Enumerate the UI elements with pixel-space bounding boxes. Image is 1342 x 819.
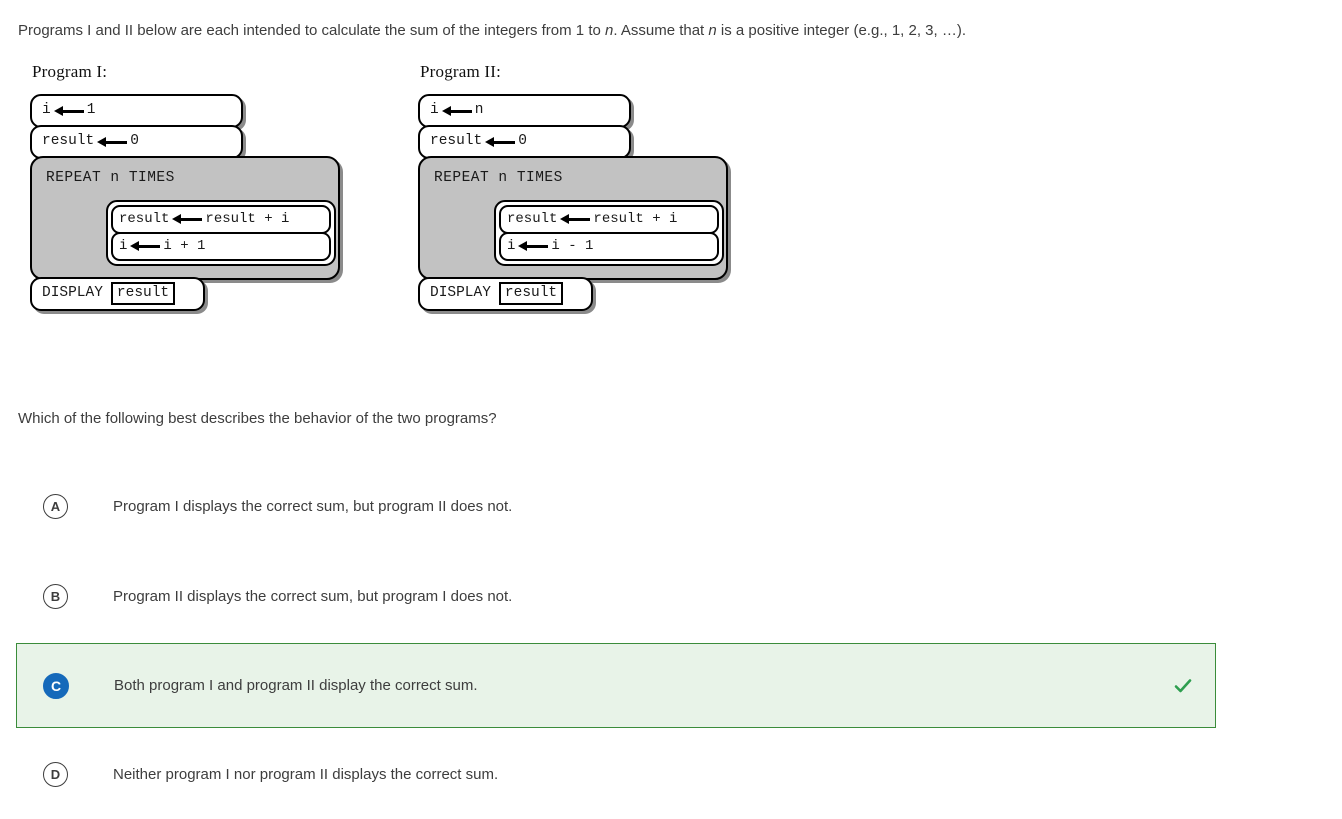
program-2-repeat-block: REPEAT n TIMES result result + i i i - 1 [418,156,728,280]
assign-rhs: 1 [86,101,96,118]
program-1-loop-body: result result + i i i + 1 [106,200,336,266]
program-2-display-block: DISPLAY result [418,277,593,311]
answer-choice-a[interactable]: A Program I displays the correct sum, bu… [16,478,1216,535]
left-arrow-icon [518,241,549,251]
program-2-init-statement-1: i n [418,94,631,128]
assign-lhs: i [507,237,516,254]
display-value: result [498,281,564,306]
assign-rhs: i - 1 [551,237,594,254]
answer-choice-c[interactable]: C Both program I and program II display … [16,643,1216,728]
answer-choice-d[interactable]: D Neither program I nor program II displ… [16,746,1216,803]
choice-letter-badge: A [43,494,68,519]
program-1-body-statement-2: i i + 1 [111,232,331,261]
answer-choices: A Program I displays the correct sum, bu… [16,478,1216,803]
program-1-init-statement-1: i 1 [30,94,243,128]
program-1-repeat-label: REPEAT n TIMES [46,170,175,186]
assign-rhs: result + i [593,210,678,227]
program-2-body-statement-2: i i - 1 [499,232,719,261]
program-2-init-statement-2: result 0 [418,125,631,159]
assign-rhs: result + i [205,210,290,227]
program-1-title: Program I: [32,62,108,81]
left-arrow-icon [560,214,591,224]
left-arrow-icon [172,214,203,224]
program-1-display-block: DISPLAY result [30,277,205,311]
program-2-loop-body: result result + i i i - 1 [494,200,724,266]
stem-part-1: Programs I and II below are each intende… [18,22,605,39]
choice-letter-badge: C [43,672,69,699]
left-arrow-icon [130,241,161,251]
left-arrow-icon [53,105,84,116]
display-keyword: DISPLAY [430,284,491,301]
left-arrow-icon [441,105,472,116]
program-2-figure: Program II: i n result 0 REPEAT n TIMES … [418,62,728,311]
choice-label: Program II displays the correct sum, but… [113,588,513,605]
choice-letter-badge: B [43,584,68,609]
program-1-figure: Program I: i 1 result 0 REPEAT n TIMES r… [30,62,340,311]
stem-part-3: is a positive integer (e.g., 1, 2, 3, …)… [716,22,967,39]
choice-label: Neither program I nor program II display… [113,766,499,783]
assign-rhs: 0 [130,132,139,149]
assign-rhs: i + 1 [163,237,206,254]
answer-choice-b[interactable]: B Program II displays the correct sum, b… [16,568,1216,625]
assign-rhs: n [474,101,484,118]
question-stem: Programs I and II below are each intende… [18,20,1218,42]
program-1-init-statement-2: result 0 [30,125,243,159]
question-prompt: Which of the following best describes th… [18,410,497,427]
program-1-repeat-block: REPEAT n TIMES result result + i i i + 1 [30,156,340,280]
program-1-body-statement-1: result result + i [111,205,331,234]
stem-part-2: . Assume that [613,22,709,39]
assign-lhs: result [507,210,558,227]
program-2-repeat-label: REPEAT n TIMES [434,170,563,186]
program-figures: Program I: i 1 result 0 REPEAT n TIMES r… [18,62,1018,362]
left-arrow-icon [485,136,516,147]
choice-label: Program I displays the correct sum, but … [113,498,513,515]
left-arrow-icon [97,136,128,147]
assign-lhs: i [430,101,439,118]
display-keyword: DISPLAY [42,284,103,301]
assign-lhs: result [430,132,483,149]
assign-lhs: i [42,101,51,118]
check-icon [1173,676,1193,696]
choice-letter-badge: D [43,762,68,787]
assign-lhs: result [42,132,95,149]
program-2-title: Program II: [420,62,502,81]
choice-label: Both program I and program II display th… [114,677,478,694]
program-2-body-statement-1: result result + i [499,205,719,234]
assign-lhs: result [119,210,170,227]
stem-variable-n-2: n [708,22,717,39]
assign-lhs: i [119,237,128,254]
display-value: result [110,281,176,306]
assign-rhs: 0 [518,132,527,149]
